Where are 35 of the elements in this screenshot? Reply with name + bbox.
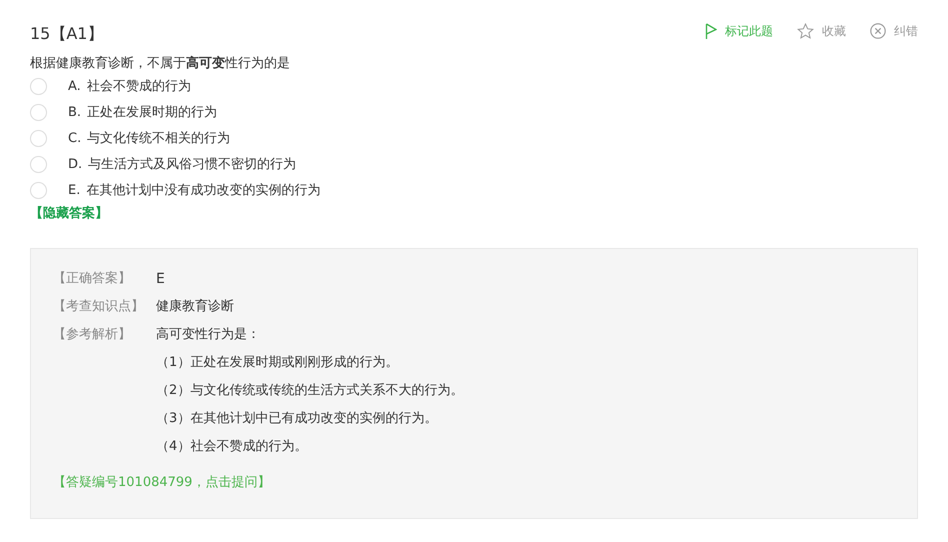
favorite-button[interactable]: 收藏 [822, 22, 846, 40]
flag-icon [705, 23, 717, 39]
explanation-line: （1）正处在发展时期或刚刚形成的行为。 [156, 355, 398, 370]
mark-question-button[interactable]: 标记此题 [725, 22, 773, 40]
field-label: 【考查知识点】 [53, 298, 145, 316]
option-letter: A. [68, 78, 81, 96]
field-value: 健康教育诊断 [156, 298, 234, 316]
option-text: 在其他计划中没有成功改变的实例的行为 [86, 182, 320, 200]
question-title: 15【A1】 [30, 23, 104, 45]
field-label: 【正确答案】 [53, 270, 132, 288]
option-letter: E. [68, 182, 80, 200]
ask-question-link[interactable]: 【答疑编号101084799，点击提问】 [53, 475, 270, 490]
radio-button[interactable] [30, 156, 47, 173]
radio-button[interactable] [30, 78, 47, 95]
star-icon [797, 23, 814, 39]
field-value: E [156, 270, 165, 289]
option-text: 与文化传统不相关的行为 [87, 130, 230, 148]
option-text: 社会不赞成的行为 [86, 78, 191, 96]
radio-button[interactable] [30, 182, 47, 199]
option-text: 与生活方式及风俗习惯不密切的行为 [88, 156, 296, 174]
question-text: 根据健康教育诊断，不属于高可变性行为的是 [30, 54, 291, 73]
option-letter: C. [68, 130, 82, 148]
report-error-button[interactable]: 纠错 [894, 22, 918, 40]
explanation-line: （3）在其他计划中已有成功改变的实例的行为。 [156, 411, 438, 426]
option-letter: B. [68, 104, 82, 122]
option-letter: D. [68, 156, 82, 174]
explanation-line: （4）社会不赞成的行为。 [156, 439, 308, 454]
radio-button[interactable] [30, 104, 47, 121]
field-label: 【参考解析】 [53, 326, 132, 344]
close-icon [870, 23, 886, 39]
radio-button[interactable] [30, 130, 47, 147]
explanation-line: （2）与文化传统或传统的生活方式关系不大的行为。 [156, 383, 464, 398]
option-text: 正处在发展时期的行为 [87, 104, 218, 122]
field-value: 高可变性行为是： [156, 326, 260, 344]
hide-answer-link[interactable]: 【隐藏答案】 [30, 206, 108, 220]
